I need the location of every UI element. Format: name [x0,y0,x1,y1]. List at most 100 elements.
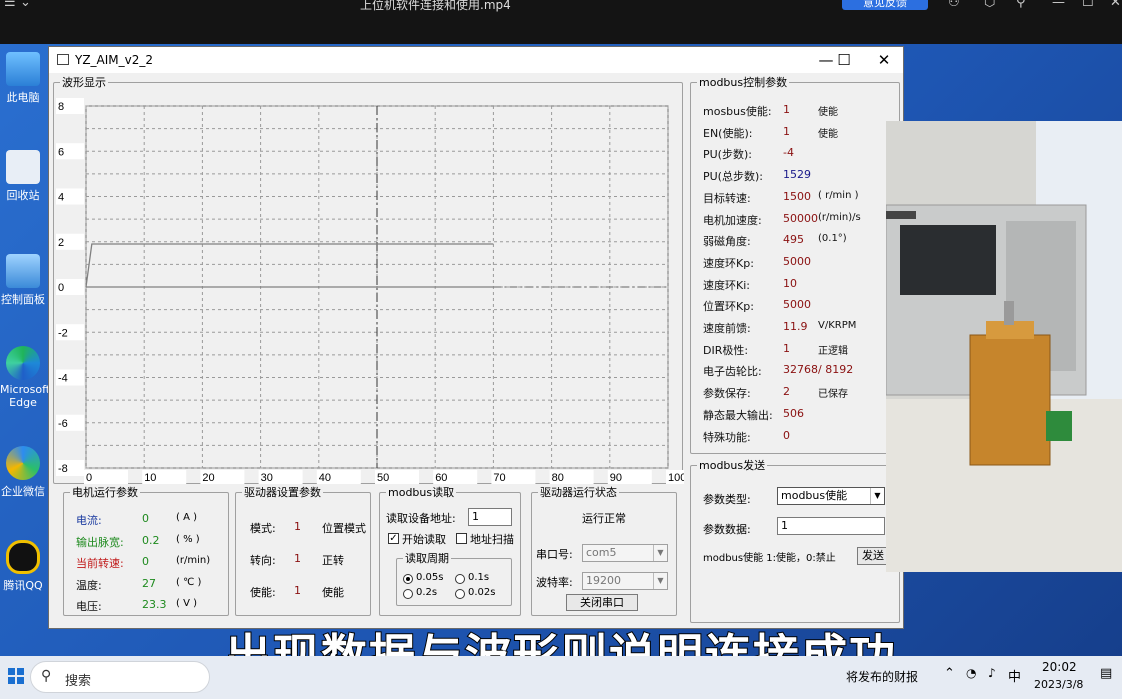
cube-icon[interactable]: ⬡ [984,0,995,10]
motor-status-label: 输出脉宽: [76,535,124,549]
param-row: 特殊功能: 0 [691,426,891,446]
chevron-down-icon[interactable]: ⌄ [20,0,31,10]
x-tick-label: 50 [377,472,389,484]
param-value: 5000 [783,298,811,312]
search-label: 搜索 [65,674,92,689]
motor-status-label: 温度: [76,578,102,592]
clock-time[interactable]: 20:02 [1042,660,1077,674]
app-icon [57,54,69,65]
wifi-icon[interactable]: ◔ [966,666,976,680]
modbus-params-title: modbus控制参数 [699,76,788,89]
desktop-icon-control-panel[interactable]: 控制面板 [0,254,46,307]
param-unit: 已保存 [818,389,848,401]
clock-date[interactable]: 2023/3/8 [1034,678,1083,691]
serial-port-label: 串口号: [536,548,573,561]
desktop-icon-wecom[interactable]: 企业微信 [0,446,46,499]
motor-status-value: 23.3 [142,598,167,611]
modbus-params-group: modbus控制参数 mosbus使能: 1 使能 EN(使能): 1 使能 PU(步数):… [690,74,900,454]
taskbar-search[interactable]: ⚲ 搜索 [30,661,210,693]
read-address-input[interactable]: 1 [468,508,512,526]
param-type-label: 参数类型: [703,493,751,506]
control-panel-icon [6,254,40,288]
menu-icon[interactable]: ☰ [4,0,16,10]
app-window: YZ_AIM_v2_2 — ☐ ✕ 波形显示 8 6 4 2 0 -2 -4 -6 -8 0 10 2… [48,46,904,629]
param-label: 速度前馈: [703,322,751,335]
start-read-label: 开始读取 [402,533,446,546]
period-radio-002[interactable] [455,589,465,599]
x-tick-label: 90 [610,472,622,484]
motor-status-label: 电流: [76,514,102,527]
param-label: 位置环Kp: [703,300,754,314]
ime-indicator[interactable]: 中 [1008,666,1021,685]
param-value: 2 [783,385,790,399]
desktop-icon-edge[interactable]: Microsoft Edge [0,346,50,409]
x-tick-label: 30 [261,472,273,484]
param-value: 1 [783,103,790,116]
camera-overlay [886,121,1122,572]
minimize-icon[interactable]: — [1052,0,1065,10]
param-label: DIR极性: [703,343,749,357]
y-tick-label: 2 [58,237,64,249]
window-title: YZ_AIM_v2_2 [75,53,154,67]
maximize-button[interactable]: ☐ [829,50,859,70]
param-type-select[interactable]: modbus使能 ▼ [777,487,885,505]
y-tick-label: -2 [58,327,68,339]
param-row: 速度前馈: 11.9 V/KRPM [691,317,891,337]
waveform-title: 波形显示 [62,76,106,89]
motor-status-value: 0 [142,555,149,568]
baud-rate-label: 波特率: [536,576,573,589]
desktop-icon-this-pc[interactable]: 此电脑 [0,52,46,105]
driver-setting-desc: 正转 [322,554,344,567]
read-period-group: 读取周期 0.05s 0.1s 0.2s 0.02s [396,550,512,606]
chevron-up-icon[interactable]: ⌃ [944,666,955,681]
video-player-bar: ☰ ⌄ 上位机软件连接和使用.mp4 意见反馈 ⚇ ⬡ ⚲ — ☐ ✕ [0,0,1122,44]
send-button[interactable]: 发送 [857,547,889,565]
driver-state-group: 驱动器运行状态 运行正常 串口号: com5 ▼ 波特率: 19200 ▼ 关闭… [531,484,677,616]
speaker-icon[interactable]: ♪ [988,666,996,680]
window-titlebar[interactable]: YZ_AIM_v2_2 — ☐ ✕ [49,47,903,73]
x-tick-label: 70 [493,472,505,484]
pin-icon[interactable]: ⚲ [1016,0,1026,10]
period-radio-005[interactable] [403,574,413,584]
close-button[interactable]: ✕ [869,50,899,70]
maximize-icon[interactable]: ☐ [1082,0,1094,10]
start-read-checkbox[interactable]: ✓ [388,533,399,544]
desktop-icon-qq[interactable]: 腾讯QQ [0,540,46,593]
driver-setting-desc: 位置模式 [322,522,366,535]
feedback-button[interactable]: 意见反馈 [842,0,928,10]
param-value: 11.9 [783,320,808,333]
period-radio-01[interactable] [455,574,465,584]
close-icon[interactable]: ✕ [1110,0,1121,10]
param-row: 位置环Kp: 5000 [691,295,891,315]
baud-rate-select[interactable]: 19200 ▼ [582,572,668,590]
desktop-icon-recycle-bin[interactable]: 回收站 [0,150,46,203]
param-data-input[interactable]: 1 [777,517,885,535]
modbus-send-group: modbus发送 参数类型: modbus使能 ▼ 参数数据: 1 modbus… [690,457,900,623]
period-radio-02[interactable] [403,589,413,599]
taskbar: ⚲ 搜索 将发布的财报 ⌃ ◔ ♪ 中 20:02 2023/3/8 ▤ [0,656,1122,699]
driver-settings-title: 驱动器设置参数 [244,486,321,499]
driver-setting-desc: 使能 [322,586,344,599]
param-row: EN(使能): 1 使能 [691,122,891,142]
wecom-icon [6,446,40,480]
close-port-button[interactable]: 关闭串口 [566,594,638,611]
notification-icon[interactable]: ▤ [1100,666,1112,681]
period-label-002: 0.02s [468,587,496,598]
desktop-icon-label: 企业微信 [1,485,45,498]
param-value: 1529 [783,168,811,182]
param-row: 参数保存: 2 已保存 [691,382,891,402]
param-unit: 正逻辑 [818,345,848,357]
start-icon[interactable] [8,668,24,684]
param-label: 电子齿轮比: [703,365,762,379]
driver-setting-label: 转向: [250,554,276,567]
param-unit: (0.1°) [818,233,847,245]
serial-port-select[interactable]: com5 ▼ [582,544,668,562]
x-tick-label: 10 [144,472,156,484]
driver-state-title: 驱动器运行状态 [540,486,617,499]
news-widget[interactable]: 将发布的财报 [846,668,918,685]
address-scan-checkbox[interactable] [456,533,467,544]
param-value: 1 [783,124,790,138]
param-label: 目标转速: [703,191,751,205]
param-value: 32768/ 8192 [783,363,854,377]
share-icon[interactable]: ⚇ [948,0,960,10]
